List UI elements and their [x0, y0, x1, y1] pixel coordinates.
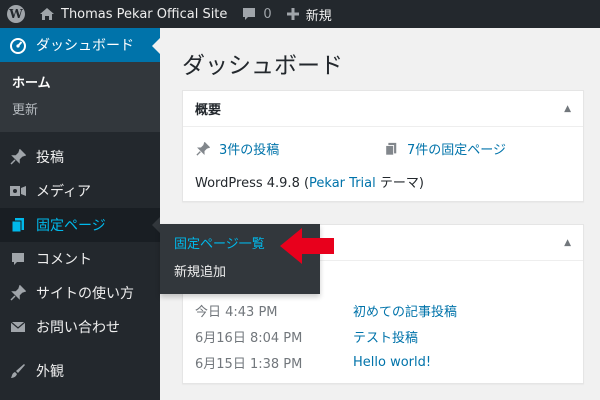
new-label: 新規	[305, 8, 332, 24]
dashboard-submenu: ホーム 更新	[0, 62, 160, 132]
dashboard-gauge-icon	[8, 35, 28, 55]
glance-list: 3件の投稿 7件の固定ページ	[183, 127, 583, 158]
activity-date: 6月15日 1:38 PM	[195, 356, 303, 372]
pushpin-icon	[8, 147, 28, 167]
admin-bar: W Thomas Pekar Offical Site 0 新規	[0, 0, 600, 28]
pages-icon	[8, 215, 28, 235]
collapse-triangle-icon[interactable]: ▲	[564, 104, 571, 114]
menu-contact-label: お問い合わせ	[36, 320, 120, 336]
menu-posts-label: 投稿	[36, 150, 64, 166]
pages-count-label: 7件の固定ページ	[407, 143, 507, 158]
activity-post-link[interactable]: Hello world!	[353, 355, 431, 370]
wp-logo-menu[interactable]: W	[0, 0, 32, 28]
wordpress-logo-icon: W	[7, 5, 25, 23]
pages-icon	[383, 142, 399, 156]
comment-icon	[8, 249, 28, 269]
pushpin-icon	[195, 141, 211, 156]
pushpin-icon	[8, 283, 28, 303]
pages-count-link[interactable]: 7件の固定ページ	[383, 139, 571, 158]
menu-comments-label: コメント	[36, 252, 92, 268]
page-title: ダッシュボード	[182, 53, 343, 79]
menu-media-label: メディア	[36, 184, 92, 200]
red-arrow-icon	[280, 228, 334, 264]
menu-pages-label: 固定ページ	[36, 218, 106, 234]
submenu-updates[interactable]: 更新	[0, 95, 160, 122]
activity-date: 6月16日 8:04 PM	[195, 330, 303, 346]
menu-appearance[interactable]: 外観	[0, 354, 160, 388]
collapse-triangle-icon[interactable]: ▲	[564, 238, 571, 248]
home-icon	[39, 6, 55, 22]
activity-date: 今日 4:43 PM	[195, 304, 278, 320]
at-a-glance-widget: 概要 ▲ 3件の投稿 7件の固定ページ WordPress 4.9.8 (Pek…	[182, 90, 584, 202]
menu-comments[interactable]: コメント	[0, 242, 160, 276]
activity-row: 今日 4:43 PM 初めての記事投稿	[183, 297, 583, 323]
plus-icon	[286, 7, 300, 21]
menu-site-usage-label: サイトの使い方	[36, 286, 134, 302]
version-prefix: WordPress 4.9.8 (	[195, 176, 310, 191]
version-suffix: テーマ)	[375, 176, 424, 191]
wordpress-version-info: WordPress 4.9.8 (Pekar Trial テーマ)	[183, 158, 583, 205]
menu-appearance-label: 外観	[36, 364, 64, 380]
theme-link[interactable]: Pekar Trial	[309, 176, 376, 191]
activity-row: 6月16日 8:04 PM テスト投稿	[183, 323, 583, 349]
widget-title: 概要	[195, 103, 222, 118]
menu-contact[interactable]: お問い合わせ	[0, 310, 160, 344]
comment-bubble-icon	[241, 6, 257, 22]
flyout-add-new[interactable]: 新規追加	[174, 264, 306, 282]
activity-row: 6月15日 1:38 PM Hello world!	[183, 349, 583, 375]
envelope-icon	[8, 317, 28, 337]
admin-sidebar: ダッシュボード ホーム 更新 投稿 メディア 固定ページ コメント サイトの使い…	[0, 28, 160, 400]
activity-post-link[interactable]: テスト投稿	[353, 327, 418, 346]
menu-media[interactable]: メディア	[0, 174, 160, 208]
menu-pages[interactable]: 固定ページ	[0, 208, 160, 242]
media-camera-icon	[8, 181, 28, 201]
menu-posts[interactable]: 投稿	[0, 140, 160, 174]
site-name-link[interactable]: Thomas Pekar Offical Site	[32, 0, 234, 28]
posts-count-label: 3件の投稿	[219, 143, 280, 158]
menu-dashboard-label: ダッシュボード	[36, 38, 134, 54]
site-name: Thomas Pekar Offical Site	[61, 6, 228, 22]
comments-count: 0	[263, 6, 272, 22]
new-content-link[interactable]: 新規	[279, 0, 339, 28]
widget-header[interactable]: 概要 ▲	[183, 91, 583, 127]
menu-site-usage[interactable]: サイトの使い方	[0, 276, 160, 310]
paintbrush-icon	[8, 361, 28, 381]
activity-post-link[interactable]: 初めての記事投稿	[353, 301, 457, 320]
menu-dashboard[interactable]: ダッシュボード	[0, 28, 160, 62]
submenu-home[interactable]: ホーム	[0, 68, 160, 95]
posts-count-link[interactable]: 3件の投稿	[195, 139, 383, 158]
comments-link[interactable]: 0	[234, 0, 278, 28]
